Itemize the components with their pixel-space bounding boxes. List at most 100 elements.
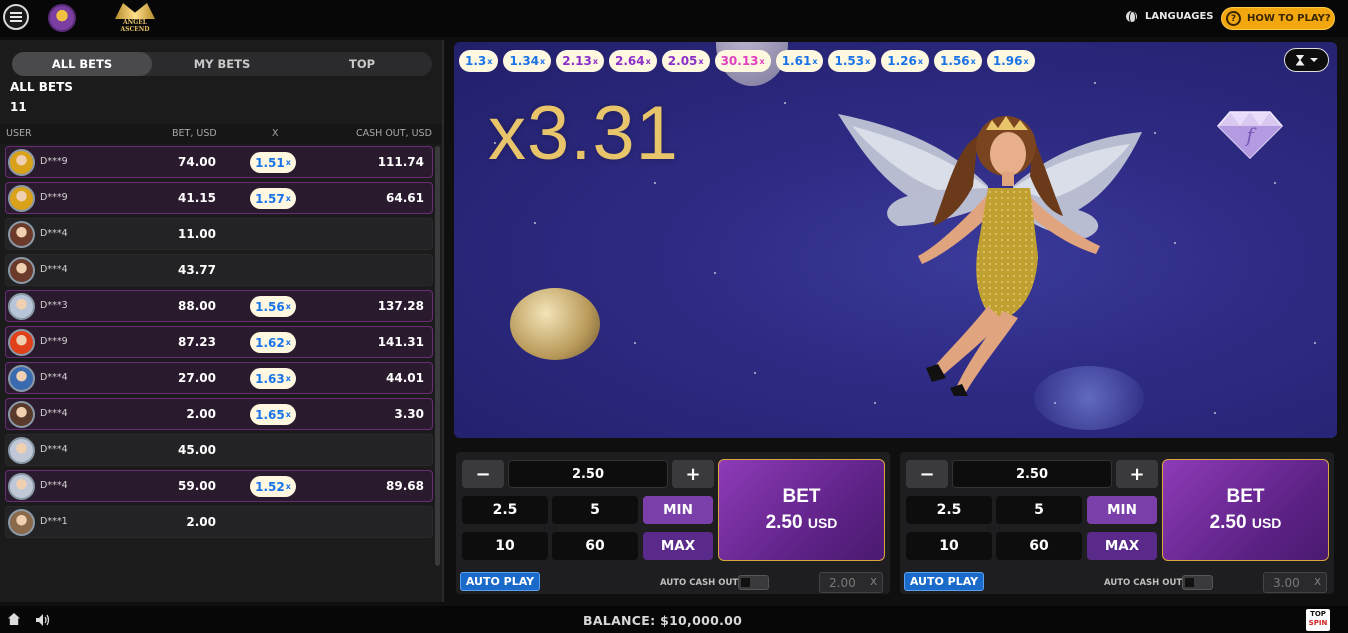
min-bet-button[interactable]: MIN [643,496,713,524]
row-user: D***4 [40,264,68,275]
star-decoration [634,342,636,344]
decrease-bet-button[interactable]: − [462,460,504,488]
avatar [8,509,35,536]
table-row: D***4 2.00 1.65 x 3.30 [5,398,433,430]
bet-amount-label: 2.50 USD [766,512,838,534]
quick-bet-button[interactable]: 10 [462,532,548,560]
row-multiplier-value: 1.56 [255,299,285,314]
quick-bet-button[interactable]: 10 [906,532,992,560]
quick-bet-button[interactable]: 5 [552,496,638,524]
auto-cashout-input[interactable]: 3.00 X [1263,572,1327,593]
row-cashout: 137.28 [377,299,424,313]
languages-button[interactable]: LANGUAGES [1126,11,1213,24]
table-row: D***3 88.00 1.56 x 137.28 [5,290,433,322]
star-decoration [874,402,876,404]
row-user: D***9 [40,336,68,347]
row-user: D***4 [40,408,68,419]
tab-all-bets[interactable]: ALL BETS [12,52,152,76]
mult-suffix: x [592,56,598,66]
mult-suffix: x [865,56,871,66]
auto-cashout-value: 3.00 [1273,575,1300,590]
history-value: 1.34 [509,54,540,68]
mult-suffix: x [1023,56,1029,66]
bet-currency: USD [807,515,838,531]
row-user: D***3 [40,300,68,311]
avatar [8,437,35,464]
row-multiplier: 1.52 x [250,476,296,497]
history-multiplier-pill: 1.3 x [459,50,499,72]
table-row: D***4 11.00 [5,218,433,250]
auto-cashout-toggle[interactable] [1182,575,1213,590]
quick-bet-button[interactable]: 60 [996,532,1082,560]
row-multiplier: 1.65 x [250,404,296,425]
history-value: 2.05 [667,54,698,68]
row-bet: 45.00 [178,443,216,457]
mult-suffix: x [285,374,291,383]
row-cashout: 89.68 [386,479,424,493]
mult-suffix: x [540,56,546,66]
row-multiplier-value: 1.57 [255,191,285,206]
quick-bet-button[interactable]: 2.5 [462,496,548,524]
table-row: D***4 27.00 1.63 x 44.01 [5,362,433,394]
game-scene: 1.3 x 1.34 x 2.13 x 2.64 x 2.05 x 30.13 x 1.61 x 1.53 x… [454,42,1337,438]
tab-my-bets[interactable]: MY BETS [152,52,292,76]
bet-amount-input[interactable]: 2.50 [508,460,668,488]
mult-suffix: x [917,56,924,66]
increase-bet-button[interactable]: + [672,460,714,488]
mult-suffix: x [285,410,291,419]
place-bet-button[interactable]: BET 2.50 USD [718,459,885,561]
auto-cashout-suffix: X [1314,577,1321,588]
menu-icon[interactable] [3,4,29,30]
row-user: D***9 [40,192,68,203]
star-decoration [714,272,716,274]
avatar[interactable] [48,4,76,32]
bet-amount-input[interactable]: 2.50 [952,460,1112,488]
quick-bet-button[interactable]: 60 [552,532,638,560]
col-x: X [272,128,279,139]
auto-play-button[interactable]: AUTO PLAY [460,572,540,591]
home-icon[interactable] [8,613,20,625]
max-bet-button[interactable]: MAX [1087,532,1157,560]
bet-label: BET [782,486,821,507]
scrollbar[interactable] [435,146,440,566]
bet-panel-2: − 2.50 + 2.5 5 10 60 MIN MAX BET 2.50 US… [900,452,1334,594]
bottom-bar: BALANCE: $10,000.00 TOP SPIN [0,606,1348,633]
multiplier-history: 1.3 x 1.34 x 2.13 x 2.64 x 2.05 x 30.13 x 1.61 x 1.53 x… [459,50,1035,72]
quick-bet-button[interactable]: 2.5 [906,496,992,524]
row-multiplier-value: 1.62 [255,335,285,350]
auto-cashout-input[interactable]: 2.00 X [819,572,883,593]
place-bet-button[interactable]: BET 2.50 USD [1162,459,1329,561]
star-decoration [1274,182,1276,184]
history-multiplier-pill: 30.13 x [714,50,771,72]
globe-icon [1126,11,1137,24]
min-bet-button[interactable]: MIN [1087,496,1157,524]
row-multiplier-value: 1.65 [255,407,285,422]
row-multiplier-value: 1.52 [255,479,285,494]
table-header: USER BET, USD X CASH OUT, USD [0,124,442,144]
decrease-bet-button[interactable]: − [906,460,948,488]
quick-bet-button[interactable]: 5 [996,496,1082,524]
how-to-play-button[interactable]: ? HOW TO PLAY? [1221,7,1335,30]
auto-play-button[interactable]: AUTO PLAY [904,572,984,591]
table-row: D***4 59.00 1.52 x 89.68 [5,470,433,502]
star-decoration [1314,342,1316,344]
auto-cashout-value: 2.00 [829,575,856,590]
diamond-icon: f [1216,111,1284,160]
table-row: D***9 74.00 1.51 x 111.74 [5,146,433,178]
increase-bet-button[interactable]: + [1116,460,1158,488]
row-multiplier: 1.63 x [250,368,296,389]
auto-cashout-toggle[interactable] [738,575,769,590]
history-value: 1.3 [465,54,487,68]
star-decoration [784,102,786,104]
sound-icon[interactable] [36,614,50,626]
max-bet-button[interactable]: MAX [643,532,713,560]
mult-suffix: x [487,56,493,66]
row-multiplier: 1.62 x [250,332,296,353]
avatar [8,185,35,212]
mult-suffix: x [285,302,291,311]
history-toggle-button[interactable] [1284,48,1329,72]
row-cashout: 111.74 [377,155,424,169]
history-value: 1.96 [992,54,1023,68]
tab-top[interactable]: TOP [292,52,432,76]
mult-suffix: x [970,56,976,66]
